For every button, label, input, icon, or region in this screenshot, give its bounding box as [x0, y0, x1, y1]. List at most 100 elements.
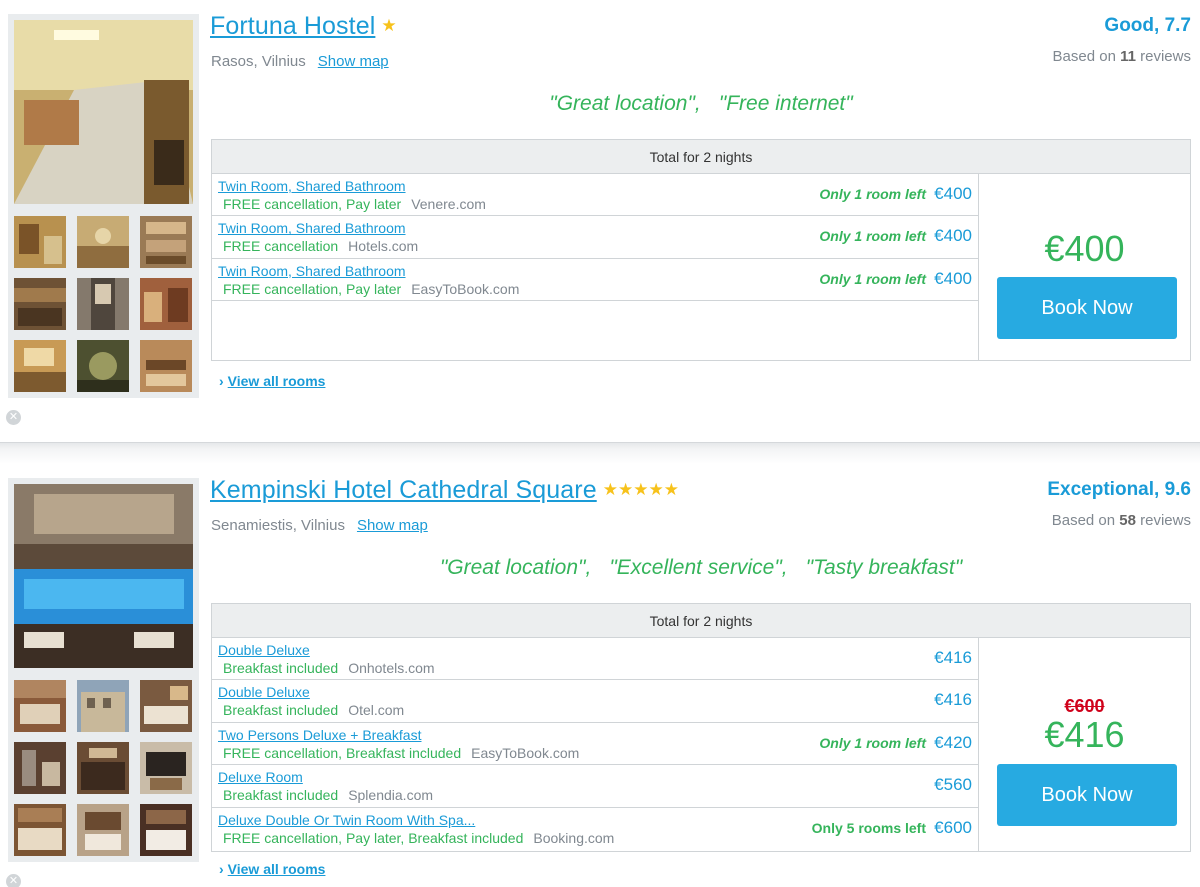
offer-terms: FREE cancellation Hotels.com [223, 238, 419, 255]
room-link[interactable]: Twin Room, Shared Bathroom [218, 263, 406, 279]
highlight-quote: "Tasty breakfast" [805, 556, 963, 579]
offer-price-link[interactable]: €416 [934, 648, 972, 668]
availability-note: Only 1 room left [819, 186, 926, 202]
thumbnail[interactable] [140, 680, 192, 732]
best-price: €400 [1044, 228, 1125, 269]
offer-price-link[interactable]: €600 [934, 818, 972, 838]
view-all-rooms-link[interactable]: › View all rooms [219, 861, 325, 877]
thumbnail[interactable] [140, 340, 192, 392]
best-price-panel: €600 €416 Book Now [979, 638, 1190, 851]
room-link[interactable]: Twin Room, Shared Bathroom [218, 220, 406, 236]
thumbnail[interactable] [14, 216, 66, 268]
offer-row: Two Persons Deluxe + Breakfast FREE canc… [212, 723, 978, 766]
offer-terms: Breakfast included Splendia.com [223, 787, 434, 804]
offer-price-link[interactable]: €400 [934, 226, 972, 246]
offers-table: Total for 2 nights Twin Room, Shared Bat… [211, 139, 1191, 361]
availability-note: Only 1 room left [819, 270, 926, 287]
close-icon[interactable]: ✕ [6, 874, 21, 887]
thumbnail[interactable] [77, 216, 129, 268]
main-photo[interactable] [14, 20, 193, 204]
offer-terms: FREE cancellation, Pay later Venere.com [223, 196, 486, 212]
room-link[interactable]: Double Deluxe [218, 684, 310, 700]
thumbnail[interactable] [77, 278, 129, 330]
offer-terms: Breakfast included Onhotels.com [223, 660, 435, 676]
hotel-title-row: Fortuna Hostel ★ [210, 12, 397, 41]
provider-name: EasyToBook.com [471, 744, 580, 761]
offers-header: Total for 2 nights [212, 604, 1190, 638]
thumbnail[interactable] [77, 340, 129, 392]
thumbnail[interactable] [77, 742, 129, 794]
offer-price-link[interactable]: €420 [934, 733, 972, 753]
thumbnail[interactable] [14, 340, 66, 392]
provider-name: EasyToBook.com [411, 280, 520, 297]
thumbnail[interactable] [140, 742, 192, 794]
highlight-quote: "Free internet" [718, 92, 853, 115]
offer-row: Deluxe Room Breakfast included Splendia.c… [212, 765, 978, 808]
thumbnail[interactable] [140, 216, 192, 268]
offer-price-link[interactable]: €400 [934, 184, 972, 204]
rating-score: Good, 7.7 [1104, 15, 1191, 36]
photo-gallery [8, 14, 199, 398]
thumbnail-grid [14, 216, 193, 392]
hotel-title-row: Kempinski Hotel Cathedral Square ★★★★★ [210, 476, 679, 505]
availability-note: Only 1 room left [819, 734, 926, 751]
thumbnail[interactable] [77, 680, 129, 732]
hotel-card: ✕ Kempinski Hotel Cathedral Square ★★★★★ … [0, 464, 1200, 887]
provider-name: Splendia.com [348, 787, 434, 804]
hotel-name-link[interactable]: Kempinski Hotel Cathedral Square [210, 476, 597, 504]
provider-name: Otel.com [348, 702, 405, 719]
show-map-link[interactable]: Show map [357, 517, 428, 534]
provider-name: Onhotels.com [348, 660, 435, 676]
show-map-link[interactable]: Show map [318, 53, 389, 70]
provider-name: Booking.com [533, 829, 615, 846]
thumbnail[interactable] [14, 804, 66, 856]
offer-terms: FREE cancellation, Pay later EasyToBook.c… [223, 280, 520, 297]
chevron-right-icon: › [219, 861, 224, 877]
review-count: Based on 58 reviews [1051, 512, 1191, 529]
room-link[interactable]: Deluxe Room [218, 769, 303, 785]
best-price-panel: €400 Book Now [979, 174, 1190, 360]
room-link[interactable]: Twin Room, Shared Bathroom [218, 178, 406, 194]
location-text: Rasos, Vilnius [211, 53, 306, 70]
best-price: €416 [1044, 714, 1125, 755]
availability-note: Only 1 room left [819, 228, 926, 245]
card-divider [0, 442, 1200, 464]
offer-row: Double Deluxe Breakfast included Onhotels… [212, 638, 978, 681]
rating-block: Exceptional, 9.6 Based on 58 reviews [1047, 479, 1191, 529]
thumbnail[interactable] [14, 742, 66, 794]
highlight-quote: "Excellent service", [609, 556, 788, 579]
thumbnail[interactable] [14, 278, 66, 330]
offers-table: Total for 2 nights Double Deluxe Breakfa… [211, 603, 1191, 852]
hotel-card: ✕ Fortuna Hostel ★ Rasos, Vilnius Show map… [0, 0, 1200, 442]
book-now-button[interactable]: Book Now [997, 764, 1177, 826]
main-photo[interactable] [14, 484, 193, 668]
thumbnail[interactable] [14, 680, 66, 732]
thumbnail[interactable] [140, 278, 192, 330]
location-row: Senamiestis, Vilnius Show map [211, 517, 428, 534]
offer-terms: FREE cancellation, Pay later, Breakfast … [223, 829, 615, 846]
review-highlights: "Great location", "Free internet" [211, 92, 1191, 116]
availability-note: Only 5 rooms left [811, 819, 926, 836]
hotel-name-link[interactable]: Fortuna Hostel [210, 12, 375, 40]
offer-row: Twin Room, Shared Bathroom FREE cancella… [212, 174, 978, 217]
room-link[interactable]: Double Deluxe [218, 642, 310, 658]
offer-row: Twin Room, Shared Bathroom FREE cancella… [212, 216, 978, 259]
review-highlights: "Great location", "Excellent service", "Ta… [211, 556, 1191, 580]
offer-row: Double Deluxe Breakfast included Otel.com… [212, 680, 978, 723]
location-row: Rasos, Vilnius Show map [211, 53, 389, 70]
view-all-rooms-link[interactable]: › View all rooms [219, 373, 325, 389]
star-rating: ★ [381, 16, 397, 35]
rating-score: Exceptional, 9.6 [1047, 479, 1191, 500]
book-now-button[interactable]: Book Now [997, 277, 1177, 339]
room-link[interactable]: Deluxe Double Or Twin Room With Spa... [218, 812, 475, 828]
thumbnail[interactable] [77, 804, 129, 856]
room-link[interactable]: Two Persons Deluxe + Breakfast [218, 727, 422, 743]
close-icon[interactable]: ✕ [6, 410, 21, 425]
offer-terms: Breakfast included Otel.com [223, 702, 405, 719]
thumbnail[interactable] [140, 804, 192, 856]
offer-price-link[interactable]: €560 [934, 775, 972, 795]
provider-name: Hotels.com [348, 238, 419, 255]
location-text: Senamiestis, Vilnius [211, 517, 345, 534]
offer-price-link[interactable]: €400 [934, 269, 972, 289]
offer-price-link[interactable]: €416 [934, 690, 972, 710]
